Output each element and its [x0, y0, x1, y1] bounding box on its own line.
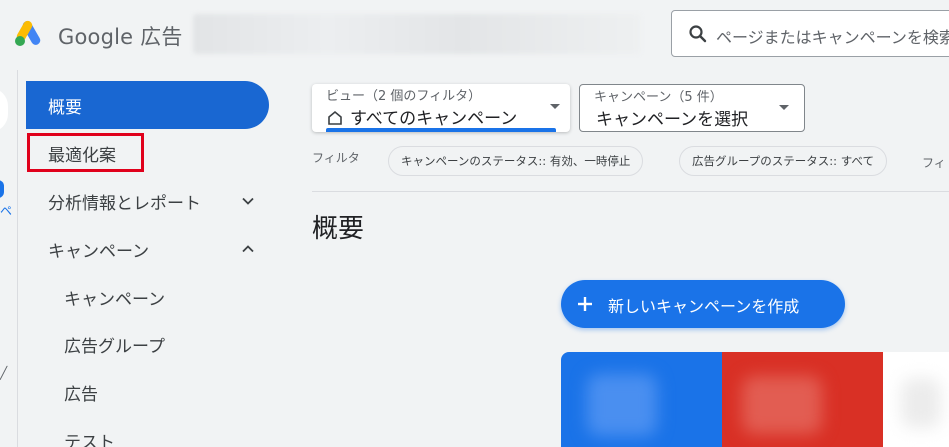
nav-item-label: 概要: [48, 97, 82, 118]
nav-item-campaigns-group[interactable]: キャンペーン: [26, 225, 269, 273]
nav-item-campaigns[interactable]: キャンペーン: [26, 273, 269, 321]
promo-blur-image: [901, 378, 941, 428]
create-campaign-button[interactable]: 新しいキャンペーンを作成: [561, 280, 845, 328]
nav-item-label: テスト: [64, 432, 115, 447]
filter-chip-adgroup-status[interactable]: 広告グループのステータス:: すべて: [679, 146, 887, 176]
campaign-selector-value: キャンペーンを選択: [596, 110, 749, 130]
nav-item-label: キャンペーン: [48, 241, 150, 262]
divider: [312, 191, 949, 192]
nav-item-overview[interactable]: 概要: [26, 81, 269, 129]
nav-item-experiments[interactable]: テスト: [26, 416, 269, 447]
nav-item-label: 広告グループ: [64, 336, 165, 357]
filter-label: フィルタ: [312, 151, 360, 165]
promo-blur-image: [742, 376, 822, 434]
nav-item-label: 最適化案: [48, 145, 116, 166]
view-filter-dropdown[interactable]: ビュー（2 個のフィルタ） すべてのキャンペーン: [312, 84, 570, 132]
nav-item-label: 分析情報とレポート: [48, 193, 201, 214]
dropdown-arrow-icon: [550, 104, 560, 109]
plus-icon: [578, 297, 592, 311]
sidebar-nav: 概要 最適化案 分析情報とレポート キャンペーン キャンペーン 広告グループ 広…: [17, 70, 282, 447]
promo-card-white: [883, 352, 949, 447]
account-info-redacted: [193, 14, 641, 54]
rail-create-button[interactable]: [0, 88, 8, 132]
top-header: Google 広告 ページまたはキャンペーンを検索: [0, 0, 949, 70]
promo-card-blue: [561, 352, 722, 447]
chevron-up-icon: [242, 245, 254, 253]
filter-chip-campaign-status[interactable]: キャンペーンのステータス:: 有効、一時停止: [388, 146, 644, 176]
create-campaign-label: 新しいキャンペーンを作成: [608, 297, 800, 316]
nav-item-label: 広告: [64, 384, 98, 405]
nav-item-recommendations[interactable]: 最適化案: [26, 129, 269, 177]
nav-item-insights-reports[interactable]: 分析情報とレポート: [26, 177, 269, 225]
promo-cards-blurred: [561, 352, 949, 447]
view-filter-value: すべてのキャンペーン: [350, 109, 518, 129]
rail-active-indicator: [0, 180, 4, 198]
logo-text[interactable]: Google 広告: [58, 21, 183, 51]
promo-card-red: [722, 352, 883, 447]
home-icon: [328, 110, 342, 125]
nav-item-ads[interactable]: 広告: [26, 368, 269, 416]
rail-separator-icon: ╱: [0, 366, 8, 380]
campaign-selector-dropdown[interactable]: キャンペーン（5 件） キャンペーンを選択: [579, 84, 805, 132]
main-content: ビュー（2 個のフィルタ） すべてのキャンペーン キャンペーン（5 件） キャン…: [282, 70, 949, 447]
google-ads-logo-icon[interactable]: [14, 19, 46, 47]
promo-blur-image: [587, 374, 657, 436]
active-underline: [326, 128, 556, 132]
nav-item-label: キャンペーン: [64, 289, 166, 310]
chevron-down-icon: [242, 197, 254, 205]
side-rail: ペ ╱: [0, 70, 17, 447]
page-title: 概要: [312, 214, 365, 244]
search-placeholder: ページまたはキャンペーンを検索: [716, 28, 949, 47]
campaign-selector-label: キャンペーン（5 件）: [594, 90, 723, 105]
nav-item-ad-groups[interactable]: 広告グループ: [26, 320, 269, 368]
filter-chip-more[interactable]: フィ: [922, 154, 946, 171]
view-filter-label: ビュー（2 個のフィルタ）: [326, 89, 482, 104]
rail-label[interactable]: ペ: [0, 202, 12, 219]
dropdown-arrow-icon: [779, 105, 789, 110]
search-input[interactable]: ページまたはキャンペーンを検索: [671, 10, 949, 57]
search-icon: [689, 25, 707, 43]
